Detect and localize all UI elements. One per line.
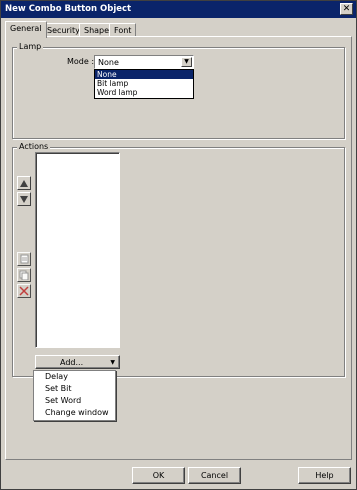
mode-label: Mode : — [67, 57, 95, 66]
menu-item-delay[interactable]: Delay — [34, 371, 115, 383]
title-bar[interactable]: New Combo Button Object ✕ — [1, 1, 356, 18]
menu-item-change-window[interactable]: Change window — [34, 407, 115, 419]
add-action-button[interactable]: Add... ▼ — [35, 355, 120, 369]
add-action-label: Add... — [60, 358, 84, 367]
help-label: Help — [315, 471, 334, 480]
window-title: New Combo Button Object — [5, 4, 132, 14]
mode-select[interactable]: None ▼ — [94, 55, 194, 69]
mode-select-value: None — [98, 58, 119, 67]
copy-item-button[interactable] — [17, 268, 31, 282]
edit-item-icon — [20, 254, 29, 264]
close-icon: ✕ — [342, 4, 351, 14]
ok-button[interactable]: OK — [132, 467, 185, 484]
dialog-window: New Combo Button Object ✕ General Securi… — [0, 0, 357, 490]
mode-option-bit-lamp[interactable]: Bit lamp — [95, 79, 193, 88]
dialog-button-bar: OK Cancel Help — [1, 463, 356, 489]
add-action-menu: Delay Set Bit Set Word Change window — [33, 370, 116, 421]
menu-item-set-bit[interactable]: Set Bit — [34, 383, 115, 395]
tab-shape-label: Shape — [84, 26, 110, 35]
mode-option-word-lamp[interactable]: Word lamp — [95, 88, 193, 97]
lamp-group: Lamp Mode : None ▼ None Bit lamp Word la… — [12, 42, 345, 139]
cancel-button[interactable]: Cancel — [188, 467, 241, 484]
tab-general-label: General — [10, 24, 42, 33]
tab-font[interactable]: Font — [109, 23, 137, 37]
move-up-icon — [20, 179, 28, 187]
actions-group: Actions Add... ▼ — [12, 142, 345, 377]
close-button[interactable]: ✕ — [340, 3, 353, 15]
delete-item-button[interactable] — [17, 284, 31, 298]
chevron-down-icon: ▼ — [110, 359, 115, 366]
tab-general[interactable]: General — [5, 21, 47, 38]
mode-option-none[interactable]: None — [95, 70, 193, 79]
cancel-label: Cancel — [200, 471, 229, 480]
edit-item-button[interactable] — [17, 252, 31, 266]
delete-item-icon — [19, 286, 29, 296]
lamp-group-label: Lamp — [17, 42, 44, 52]
chevron-down-icon[interactable]: ▼ — [181, 57, 192, 67]
general-tab-panel: Lamp Mode : None ▼ None Bit lamp Word la… — [5, 36, 352, 460]
actions-listbox[interactable] — [35, 152, 120, 348]
menu-item-set-word[interactable]: Set Word — [34, 395, 115, 407]
actions-group-label: Actions — [17, 142, 51, 152]
copy-item-icon — [19, 270, 29, 280]
mode-dropdown-list: None Bit lamp Word lamp — [94, 69, 194, 99]
tab-font-label: Font — [114, 26, 132, 35]
move-down-icon — [20, 195, 28, 203]
tab-security-label: Security — [47, 26, 80, 35]
move-up-button[interactable] — [17, 176, 31, 190]
help-button[interactable]: Help — [298, 467, 351, 484]
ok-label: OK — [152, 471, 165, 480]
move-down-button[interactable] — [17, 192, 31, 206]
